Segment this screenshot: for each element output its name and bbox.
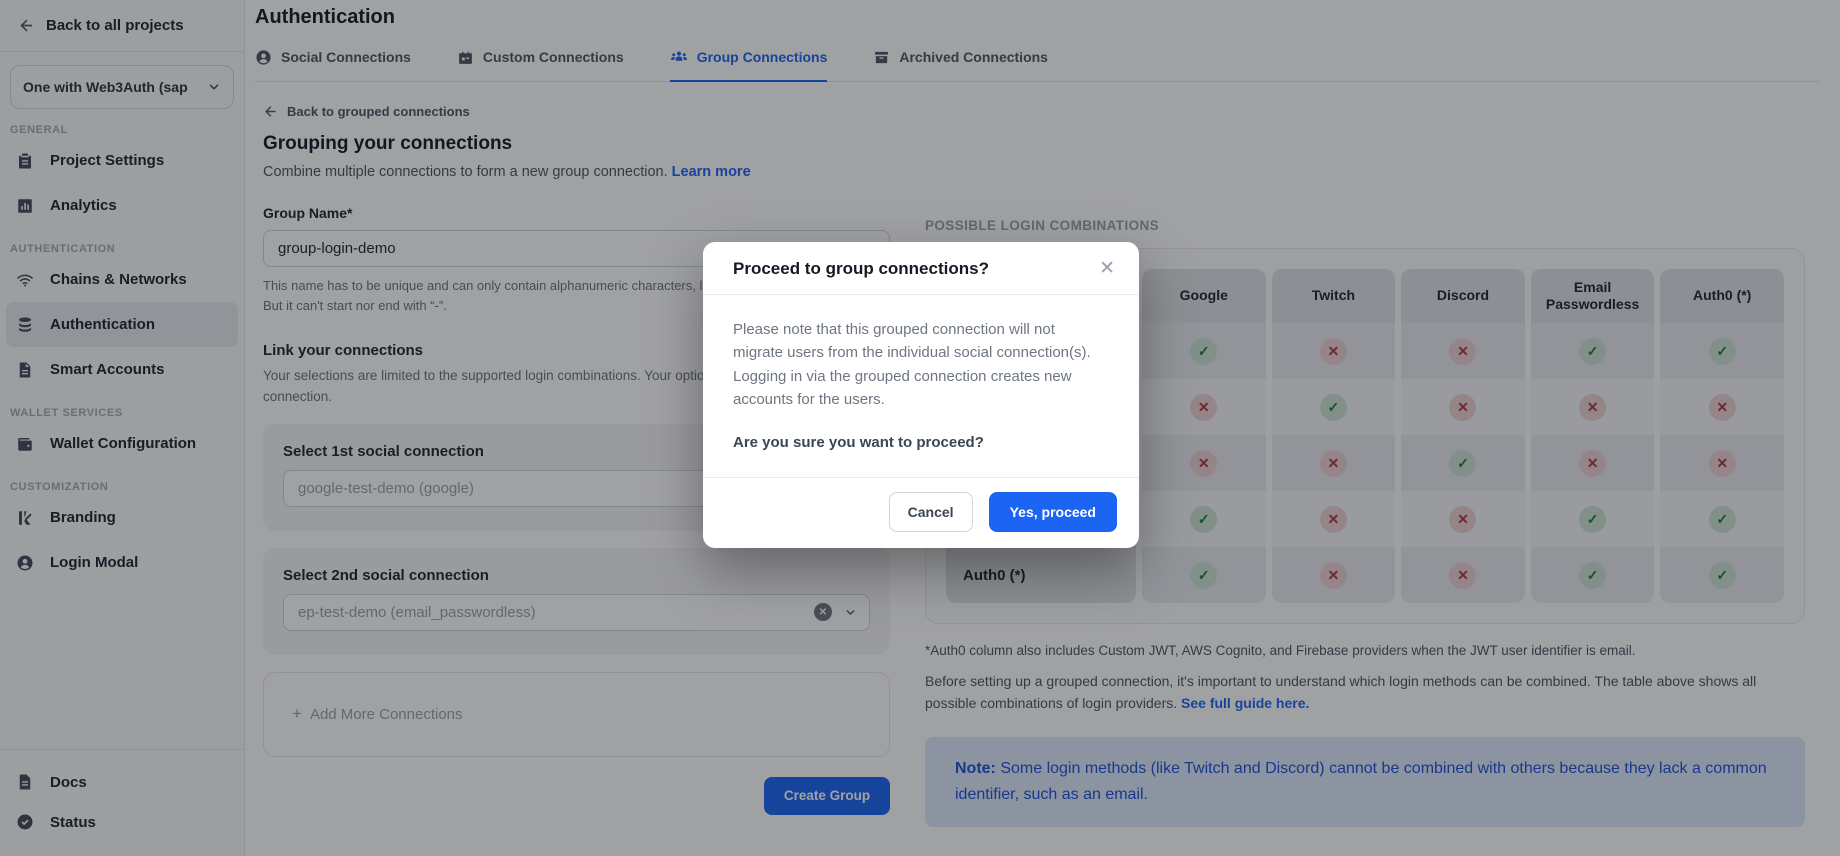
proceed-modal: Proceed to group connections? ✕ Please n… bbox=[703, 242, 1139, 548]
yes-proceed-button[interactable]: Yes, proceed bbox=[989, 492, 1117, 532]
modal-body: Please note that this grouped connection… bbox=[703, 295, 1139, 477]
modal-body-text: Please note that this grouped connection… bbox=[733, 318, 1095, 412]
close-icon[interactable]: ✕ bbox=[1095, 255, 1119, 282]
modal-title: Proceed to group connections? bbox=[733, 259, 1083, 279]
modal-question: Are you sure you want to proceed? bbox=[733, 434, 1109, 451]
modal-footer: Cancel Yes, proceed bbox=[703, 478, 1139, 548]
app-window: Back to all projects One with Web3Auth (… bbox=[0, 0, 1840, 856]
modal-header: Proceed to group connections? ✕ bbox=[703, 242, 1139, 294]
cancel-button[interactable]: Cancel bbox=[889, 492, 973, 532]
